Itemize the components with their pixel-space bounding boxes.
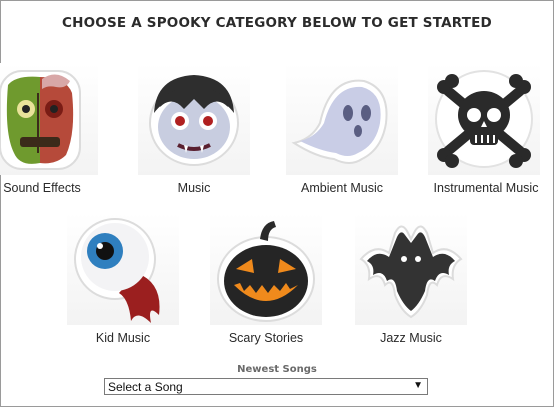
- category-tile: [67, 213, 179, 325]
- newest-songs-label: Newest Songs: [237, 364, 317, 375]
- category-sound-effects[interactable]: Sound Effects: [0, 63, 98, 203]
- category-label: Sound Effects: [3, 181, 81, 195]
- demon-bat-icon: [359, 225, 463, 319]
- ghost-icon: [291, 79, 388, 164]
- category-jazz-music[interactable]: Jazz Music: [355, 213, 467, 353]
- song-select-dropdown[interactable]: Select a Song ▼: [104, 378, 428, 395]
- eyeball-icon: [74, 218, 160, 323]
- category-label: Instrumental Music: [433, 181, 539, 195]
- category-label: Music: [177, 181, 211, 195]
- category-ambient-music[interactable]: Ambient Music: [286, 63, 398, 203]
- category-tile: [286, 63, 398, 175]
- category-tile: [210, 213, 322, 325]
- category-label: Scary Stories: [228, 331, 304, 345]
- category-instrumental-music[interactable]: Instrumental Music: [428, 63, 540, 203]
- zombie-icon: [0, 70, 81, 170]
- category-music[interactable]: Music: [138, 63, 250, 203]
- category-scary-stories[interactable]: Scary Stories: [210, 213, 322, 353]
- category-kid-music[interactable]: Kid Music: [67, 213, 179, 353]
- category-label: Jazz Music: [380, 331, 442, 345]
- category-tile: [138, 63, 250, 175]
- category-tile: [428, 63, 540, 175]
- vampire-icon: [149, 75, 239, 166]
- jack-o-lantern-icon: [217, 221, 315, 322]
- dropdown-arrow-icon: ▼: [413, 380, 423, 391]
- page-title: CHOOSE A SPOOKY CATEGORY BELOW TO GET ST…: [62, 15, 492, 31]
- category-label: Kid Music: [95, 331, 151, 345]
- skull-crossbones-icon: [435, 70, 533, 168]
- category-tile: [0, 63, 98, 175]
- category-tile: [355, 213, 467, 325]
- song-select-value: Select a Song: [108, 380, 183, 394]
- category-label: Ambient Music: [301, 181, 383, 195]
